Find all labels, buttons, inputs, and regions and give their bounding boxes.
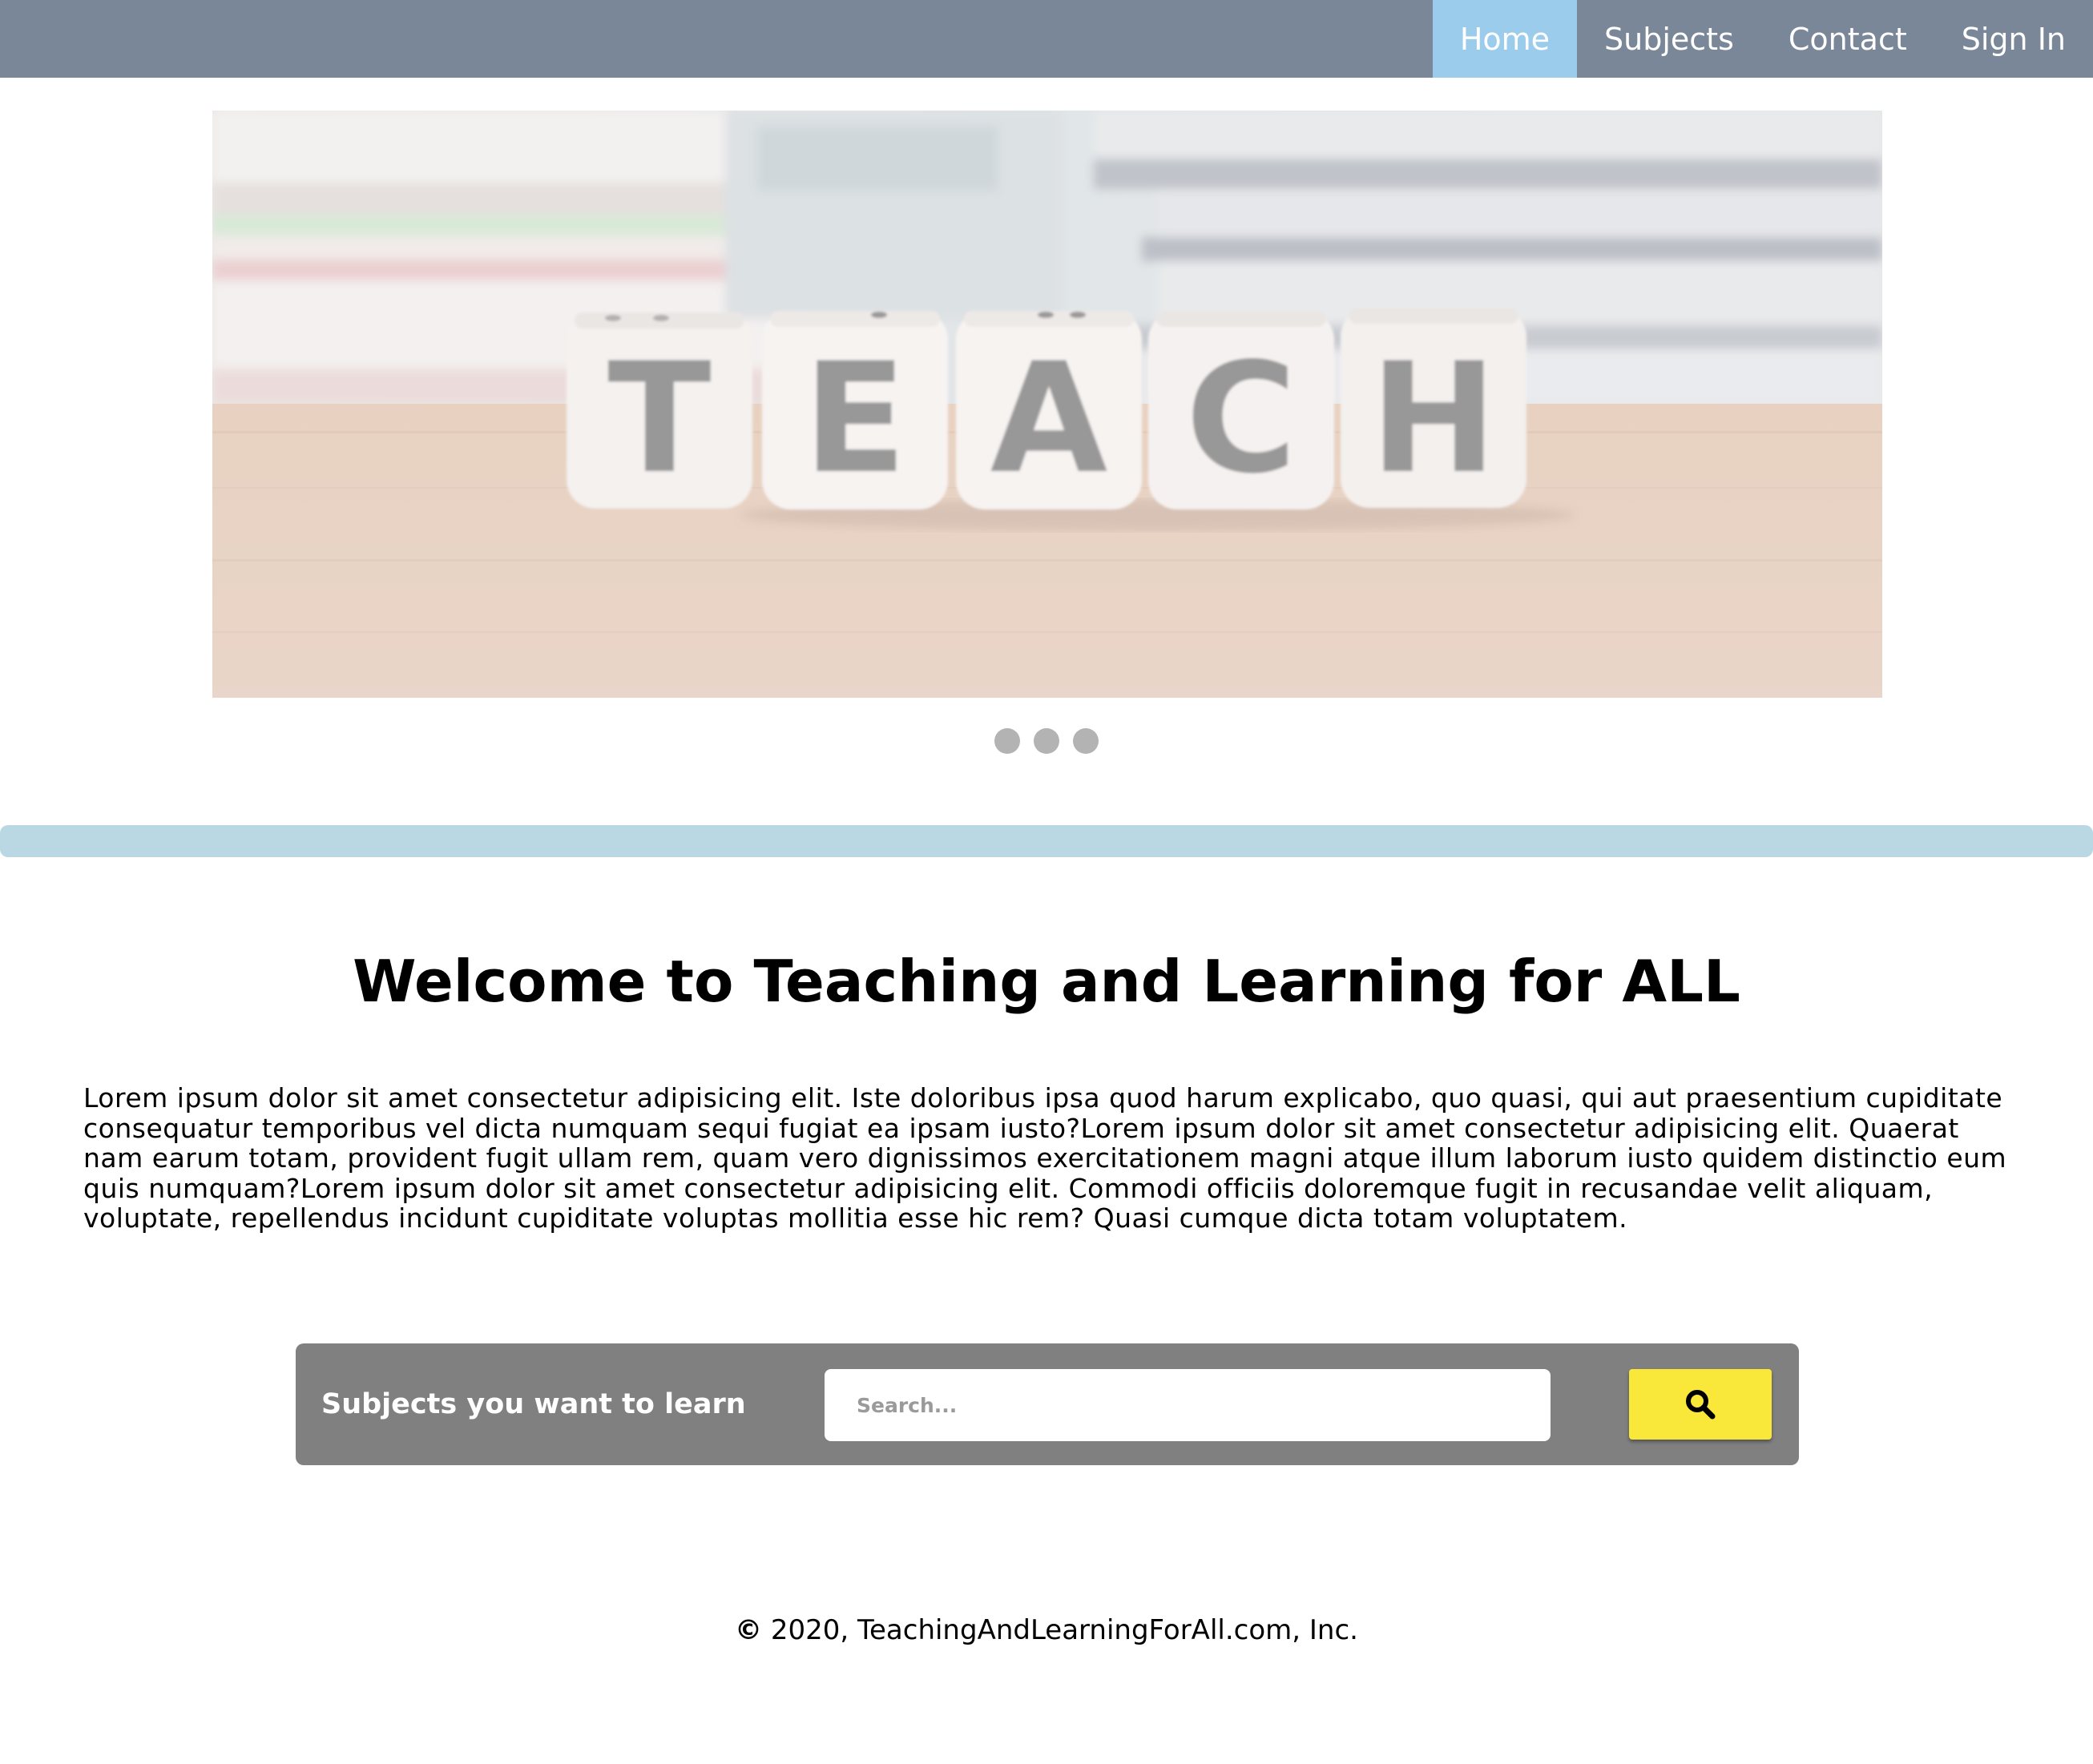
top-navbar: Home Subjects Contact Sign In (0, 0, 2093, 78)
copyright-symbol: © (735, 1614, 763, 1646)
search-label: Subjects you want to learn (321, 1388, 746, 1420)
slide-indicators (0, 728, 2093, 754)
nav-item-contact[interactable]: Contact (1761, 0, 1934, 78)
section-divider (0, 825, 2093, 857)
nav-item-subjects[interactable]: Subjects (1577, 0, 1761, 78)
nav-item-sign-in[interactable]: Sign In (1934, 0, 2093, 78)
slide-dot-1[interactable] (994, 728, 1020, 754)
search-icon (1686, 1390, 1716, 1420)
slide-dot-2[interactable] (1034, 728, 1059, 754)
slide-dot-3[interactable] (1073, 728, 1099, 754)
page-title: Welcome to Teaching and Learning for ALL (353, 948, 1740, 1015)
nav-menu: Home Subjects Contact Sign In (1432, 0, 2093, 78)
footer: © 2020, TeachingAndLearningForAll.com, I… (0, 1614, 2093, 1646)
subject-search-panel: Subjects you want to learn (296, 1343, 1799, 1465)
search-button[interactable] (1629, 1369, 1772, 1440)
hero-slideshow: T E A C H (212, 111, 1882, 698)
hero-image: T E A C H (212, 111, 1882, 698)
nav-item-home[interactable]: Home (1432, 0, 1578, 78)
intro-paragraph: Lorem ipsum dolor sit amet consectetur a… (83, 1082, 2007, 1234)
copyright-text: 2020, TeachingAndLearningForAll.com, Inc… (770, 1614, 1358, 1646)
search-input[interactable] (825, 1369, 1551, 1441)
